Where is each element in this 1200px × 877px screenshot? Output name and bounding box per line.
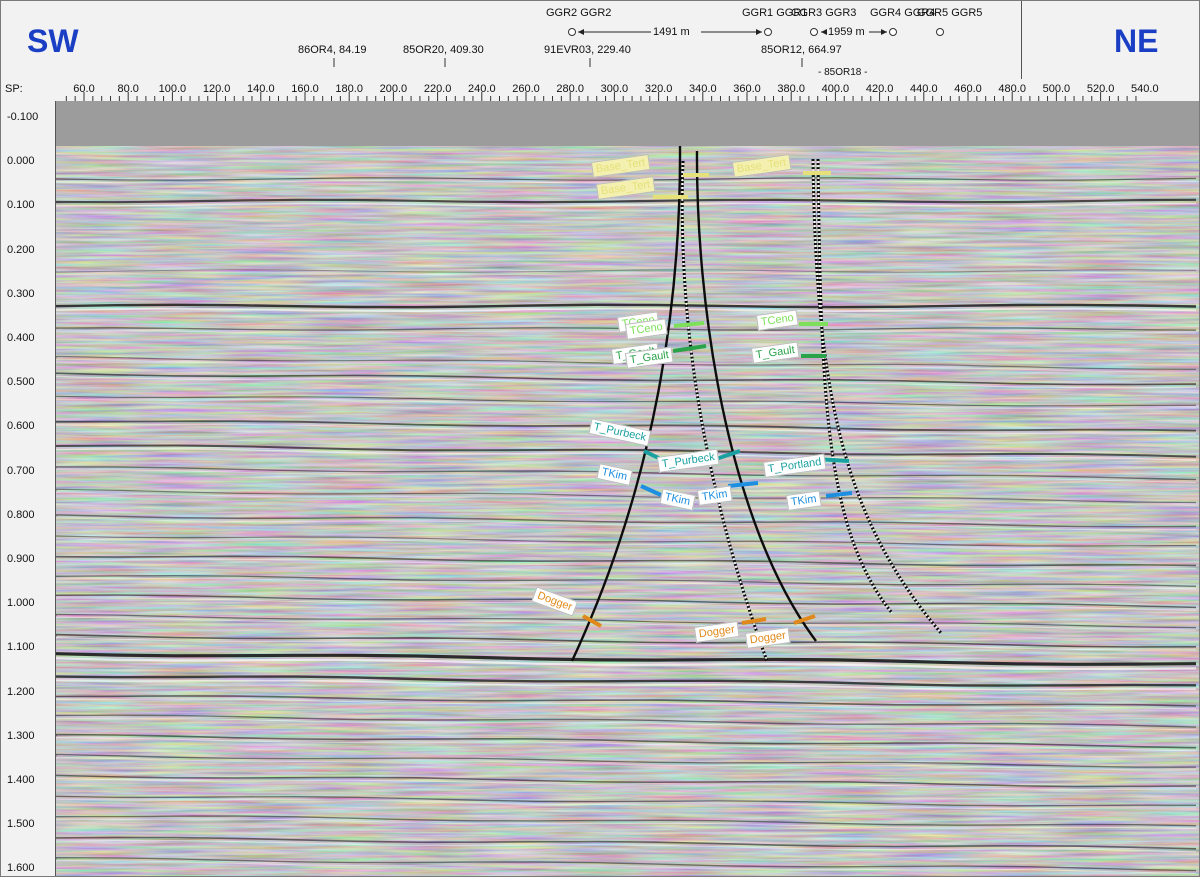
sp-tick-label: 420.0 (865, 83, 894, 95)
well-label-ggr5: GGR5 GGR5 (917, 7, 983, 19)
time-tick-label: 0.700 (7, 464, 35, 477)
intersection-label-91evr03: 91EVR03, 229.40 (544, 44, 631, 56)
time-tick-label: 1.400 (7, 774, 35, 786)
sp-axis-label: SP: (5, 83, 23, 95)
well-circle-icon (810, 28, 818, 36)
intersection-label-85or18: - 85OR18 - (818, 67, 868, 78)
seismic-viewer-window: SW NE GGR2 GGR2 GGR1 GGR1 GGR3 GGR3 GGR4… (0, 0, 1200, 877)
time-tick-label: 0.100 (7, 199, 35, 212)
well-circle-icon (568, 28, 576, 36)
sp-tick-label: 260.0 (512, 83, 540, 95)
sp-tick-label: 220.0 (423, 83, 452, 95)
sp-tick-label: 180.0 (335, 83, 363, 95)
time-tick-label: 0.800 (7, 508, 35, 521)
time-tick-label: 1.500 (7, 818, 35, 831)
section-header: SW NE GGR2 GGR2 GGR1 GGR1 GGR3 GGR3 GGR4… (1, 1, 1199, 101)
sp-tick-label: 120.0 (202, 83, 231, 95)
time-tick-label: 0.900 (7, 553, 35, 565)
time-tick-label: 0.000 (7, 155, 35, 168)
sp-tick-label: 100.0 (158, 83, 187, 95)
time-tick-label: -0.100 (7, 111, 39, 123)
time-tick-label: 1.000 (7, 597, 35, 610)
well-label-ggr3: GGR3 GGR3 (791, 7, 857, 19)
distance-label-2: 1959 m (828, 26, 865, 38)
sp-tick-label: 480.0 (998, 83, 1026, 95)
sp-tick-label: 440.0 (910, 83, 938, 95)
sp-tick-label: 500.0 (1042, 83, 1071, 95)
time-tick-label: 1.600 (7, 862, 35, 875)
sp-tick-label: 400.0 (821, 83, 850, 95)
sp-tick-label: 140.0 (247, 83, 275, 95)
well-label-ggr2: GGR2 GGR2 (546, 7, 612, 19)
time-axis: -0.100 0.000 0.100 0.200 0.300 0.400 0.500 0.60… (1, 101, 56, 876)
time-tick-label: 0.600 (7, 420, 35, 433)
sp-tick-label: 80.0 (117, 83, 139, 95)
sp-tick-label: 320.0 (644, 83, 673, 95)
sp-tick-label: 300.0 (600, 83, 629, 95)
above-datum-fill (56, 101, 1199, 146)
well-circle-icon (889, 28, 897, 36)
intersection-label-86or4: 86OR4, 84.19 (298, 44, 367, 56)
time-tick-label: 1.100 (7, 641, 35, 654)
time-tick-label: 0.300 (7, 287, 35, 300)
time-tick-label: 0.200 (7, 243, 35, 256)
sp-axis: SP: 60.0 80.0 100.0 120.0 140.0 160.0 180.0 200… (1, 79, 1199, 101)
intersection-label-85or12: 85OR12, 664.97 (761, 44, 842, 56)
sp-tick-label: 360.0 (733, 83, 761, 95)
sp-tick-label: 520.0 (1086, 83, 1115, 95)
sp-tick-label: 280.0 (556, 83, 584, 95)
sp-tick-label: 540.0 (1131, 83, 1159, 95)
sp-tick-label: 380.0 (777, 83, 805, 95)
time-tick-label: 1.300 (7, 729, 35, 742)
sp-tick-label: 200.0 (379, 83, 408, 95)
sp-tick-label: 460.0 (954, 83, 982, 95)
time-tick-label: 0.400 (7, 332, 35, 344)
sp-tick-label: 240.0 (468, 83, 496, 95)
sp-tick-label: 60.0 (73, 83, 95, 95)
seismic-section[interactable] (56, 101, 1199, 877)
intersection-label-85or20: 85OR20, 409.30 (403, 44, 484, 56)
time-tick-label: 0.500 (7, 376, 35, 389)
distance-label-1: 1491 m (653, 26, 690, 38)
well-circle-icon (764, 28, 772, 36)
sp-tick-label: 160.0 (291, 83, 319, 95)
time-tick-label: 1.200 (7, 685, 35, 698)
well-circle-icon (936, 28, 944, 36)
seismic-texture (56, 146, 1199, 876)
sp-tick-label: 340.0 (689, 83, 717, 95)
